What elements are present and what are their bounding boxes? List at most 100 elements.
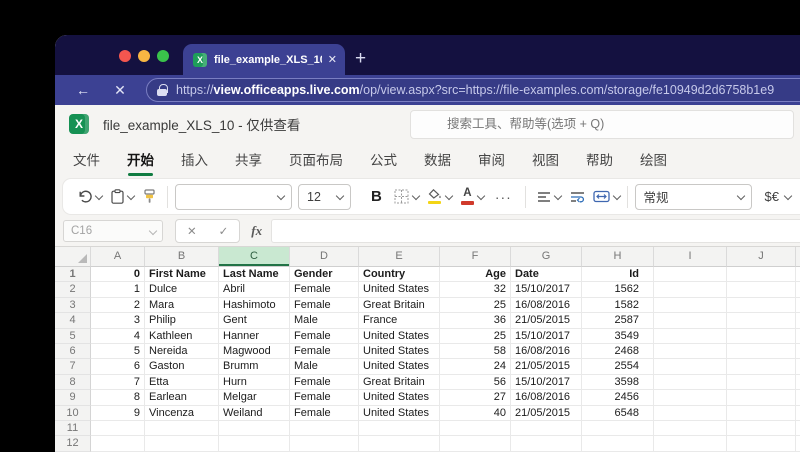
currency-format-button[interactable]: $€	[761, 183, 792, 211]
cell-D5[interactable]: Female	[290, 328, 359, 344]
cell-E8[interactable]: Great Britain	[359, 374, 440, 391]
cell-A3[interactable]: 2	[91, 297, 145, 314]
row-header-7[interactable]: 7	[55, 359, 91, 375]
column-header-G[interactable]: G	[511, 247, 582, 267]
font-size-select[interactable]: 12	[298, 183, 351, 210]
cell-C8[interactable]: Hurn	[219, 374, 290, 391]
cell-F7[interactable]: 24	[440, 359, 511, 375]
row-header-6[interactable]: 6	[55, 343, 91, 360]
cell-A1[interactable]: 0	[91, 267, 145, 283]
cell-C7[interactable]: Brumm	[219, 359, 290, 375]
undo-button[interactable]	[73, 183, 107, 211]
cell-B9[interactable]: Earlean	[145, 390, 219, 406]
cell-F1[interactable]: Age	[440, 267, 511, 283]
address-bar[interactable]: https://view.officeapps.live.com/op/view…	[146, 78, 800, 102]
cell-G4[interactable]: 21/05/2015	[511, 313, 582, 329]
cell-C10[interactable]: Weiland	[219, 405, 290, 421]
cell-I2[interactable]	[654, 282, 727, 298]
cell-G3[interactable]: 16/08/2016	[511, 297, 582, 314]
cell-I12[interactable]	[654, 436, 727, 452]
cell-A6[interactable]: 5	[91, 343, 145, 360]
insert-function-icon[interactable]: fx	[251, 223, 262, 239]
cell-F2[interactable]: 32	[440, 282, 511, 298]
align-button[interactable]	[533, 183, 566, 211]
cell-I10[interactable]	[654, 405, 727, 421]
cell-G9[interactable]: 16/08/2016	[511, 390, 582, 406]
cell-B2[interactable]: Dulce	[145, 282, 219, 298]
cell-B12[interactable]	[145, 436, 219, 452]
row-header-12[interactable]: 12	[55, 436, 91, 452]
cell-I11[interactable]	[654, 420, 727, 437]
cell-E1[interactable]: Country	[359, 267, 440, 283]
cell-I7[interactable]	[654, 359, 727, 375]
cell-J11[interactable]	[727, 420, 796, 437]
font-name-select[interactable]	[175, 183, 292, 210]
cell-C6[interactable]: Magwood	[219, 343, 290, 360]
cell-F12[interactable]	[440, 436, 511, 452]
row-header-8[interactable]: 8	[55, 374, 91, 391]
cell-G2[interactable]: 15/10/2017	[511, 282, 582, 298]
cell-E7[interactable]: United States	[359, 359, 440, 375]
close-window-button[interactable]	[119, 50, 131, 62]
cell-J9[interactable]	[727, 390, 796, 406]
cell-G5[interactable]: 15/10/2017	[511, 328, 582, 344]
stop-button[interactable]: ✕	[109, 82, 131, 99]
cell-H12[interactable]	[582, 436, 654, 452]
cell-B6[interactable]: Nereida	[145, 343, 219, 360]
cell-B4[interactable]: Philip	[145, 313, 219, 329]
cell-E2[interactable]: United States	[359, 282, 440, 298]
cell-J12[interactable]	[727, 436, 796, 452]
cell-J7[interactable]	[727, 359, 796, 375]
cell-H11[interactable]	[582, 420, 654, 437]
row-header-5[interactable]: 5	[55, 328, 91, 344]
tab-close-icon[interactable]: ✕	[328, 53, 337, 66]
cell-A11[interactable]	[91, 420, 145, 437]
cell-J8[interactable]	[727, 374, 796, 391]
cell-D7[interactable]: Male	[290, 359, 359, 375]
cell-B11[interactable]	[145, 420, 219, 437]
row-header-10[interactable]: 10	[55, 405, 91, 421]
new-tab-button[interactable]: +	[355, 45, 366, 73]
more-options-button[interactable]: ···	[489, 183, 518, 211]
ribbon-tab-9[interactable]: 帮助	[586, 144, 613, 178]
cell-H1[interactable]: Id	[582, 267, 654, 283]
cell-I1[interactable]	[654, 267, 727, 283]
ribbon-tab-2[interactable]: 插入	[181, 144, 208, 178]
cell-G1[interactable]: Date	[511, 267, 582, 283]
cell-G10[interactable]: 21/05/2015	[511, 405, 582, 421]
cell-B7[interactable]: Gaston	[145, 359, 219, 375]
column-header-B[interactable]: B	[145, 247, 219, 267]
cell-C4[interactable]: Gent	[219, 313, 290, 329]
select-all-corner[interactable]	[55, 247, 91, 267]
cell-G11[interactable]	[511, 420, 582, 437]
ribbon-tab-5[interactable]: 公式	[370, 144, 397, 178]
cell-G8[interactable]: 15/10/2017	[511, 374, 582, 391]
column-header-D[interactable]: D	[290, 247, 359, 267]
ribbon-tab-6[interactable]: 数据	[424, 144, 451, 178]
formula-input[interactable]	[271, 219, 800, 243]
cell-F8[interactable]: 56	[440, 374, 511, 391]
cell-J6[interactable]	[727, 343, 796, 360]
cell-D4[interactable]: Male	[290, 313, 359, 329]
name-box[interactable]: C16	[63, 220, 163, 242]
cell-I8[interactable]	[654, 374, 727, 391]
cell-F4[interactable]: 36	[440, 313, 511, 329]
column-header-I[interactable]: I	[654, 247, 727, 267]
cell-D2[interactable]: Female	[290, 282, 359, 298]
cell-B8[interactable]: Etta	[145, 374, 219, 391]
back-button[interactable]: ←	[72, 82, 94, 98]
cell-A4[interactable]: 3	[91, 313, 145, 329]
cell-J1[interactable]	[727, 267, 796, 283]
cell-J4[interactable]	[727, 313, 796, 329]
cell-D1[interactable]: Gender	[290, 267, 359, 283]
wrap-text-button[interactable]	[566, 183, 589, 211]
cell-E9[interactable]: United States	[359, 390, 440, 406]
cell-E12[interactable]	[359, 436, 440, 452]
minimize-window-button[interactable]	[138, 50, 150, 62]
cell-G6[interactable]: 16/08/2016	[511, 343, 582, 360]
format-painter-button[interactable]	[139, 183, 160, 211]
cell-C12[interactable]	[219, 436, 290, 452]
ribbon-tab-1[interactable]: 开始	[127, 144, 154, 178]
cell-D3[interactable]: Female	[290, 297, 359, 314]
cell-F10[interactable]: 40	[440, 405, 511, 421]
